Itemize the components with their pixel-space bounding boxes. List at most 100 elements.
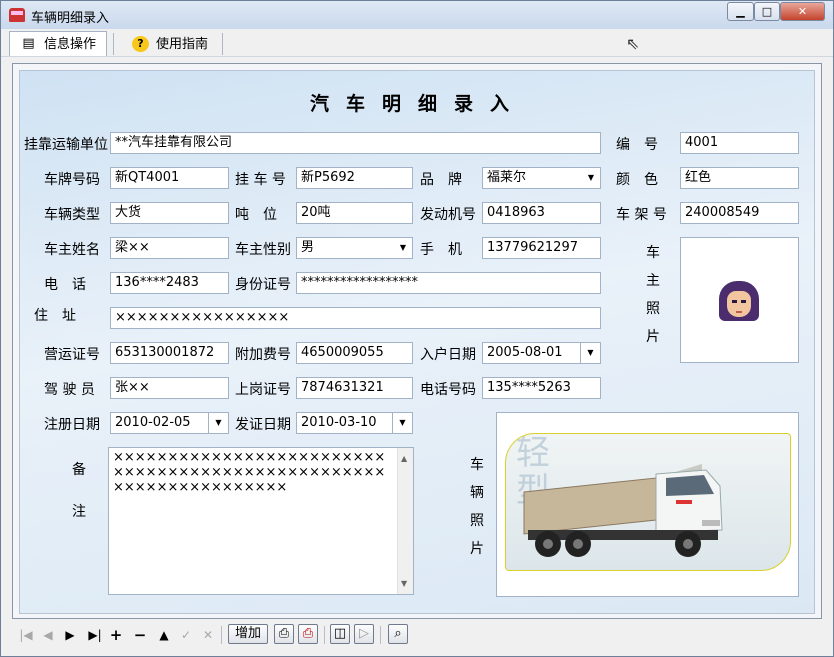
- label-driver: 驾 驶 员: [44, 382, 95, 398]
- date-spin-icon[interactable]: ▼: [208, 413, 228, 433]
- label-color: 颜 色: [616, 172, 658, 188]
- label-mobile: 手 机: [420, 242, 462, 258]
- label-id-card: 身份证号: [235, 277, 291, 293]
- code-input[interactable]: 4001: [680, 132, 799, 154]
- menu-divider: [222, 33, 223, 55]
- tab-user-guide-label: 使用指南: [156, 37, 209, 52]
- phone-input[interactable]: 136****2483: [110, 272, 229, 294]
- label-engine: 发动机号: [420, 207, 476, 223]
- issue-date-picker[interactable]: 2010-03-10 ▼: [296, 412, 413, 434]
- address-input[interactable]: ××××××××××××××××: [110, 307, 601, 329]
- forward-icon[interactable]: ▷: [354, 624, 374, 644]
- label-type: 车辆类型: [44, 207, 100, 223]
- label-owner-name: 车主姓名: [44, 242, 100, 258]
- brand-select[interactable]: 福莱尔 ▼: [482, 167, 601, 189]
- delete-record-icon[interactable]: −: [132, 626, 148, 644]
- plate-input[interactable]: 新QT4001: [110, 167, 229, 189]
- tab-user-guide[interactable]: ? 使用指南: [121, 31, 219, 56]
- menu-bar: ▤ 信息操作 ? 使用指南: [1, 29, 833, 57]
- last-record-icon[interactable]: ▶|: [86, 626, 104, 644]
- mouse-cursor-icon: ⇖: [626, 34, 640, 53]
- tonnage-input[interactable]: 20吨: [296, 202, 413, 224]
- unit-input[interactable]: **汽车挂靠有限公司: [110, 132, 601, 154]
- entry-date-value: 2005-08-01: [487, 345, 563, 360]
- label-tel: 电话号码: [420, 382, 476, 398]
- label-tonnage: 吨 位: [235, 207, 277, 223]
- owner-name-input[interactable]: 梁××: [110, 237, 229, 259]
- chevron-down-icon: ▼: [399, 243, 407, 252]
- label-plate: 车牌号码: [44, 172, 100, 188]
- toolbar-divider: [380, 626, 381, 644]
- maximize-button[interactable]: □: [754, 2, 780, 21]
- reg-date-picker[interactable]: 2010-02-05 ▼: [110, 412, 229, 434]
- form-content: 汽车明细录入 挂靠运输单位 **汽车挂靠有限公司 编 号 4001 车牌号码 新…: [19, 70, 815, 614]
- scroll-up-icon[interactable]: ▲: [401, 451, 407, 466]
- truck-drawing: [523, 464, 723, 557]
- mobile-input[interactable]: 13779621297: [482, 237, 601, 259]
- label-owner-photo: 车主照片: [646, 245, 660, 345]
- window-title: 车辆明细录入: [31, 11, 110, 26]
- owner-gender-value: 男: [301, 240, 315, 255]
- car-photo[interactable]: 轻型: [496, 412, 799, 597]
- label-frame: 车 架 号: [616, 207, 667, 223]
- owner-photo[interactable]: [680, 237, 799, 363]
- surcharge-input[interactable]: 4650009055: [296, 342, 413, 364]
- date-spin-icon[interactable]: ▼: [580, 343, 600, 363]
- frame-input[interactable]: 240008549: [680, 202, 799, 224]
- engine-input[interactable]: 0418963: [482, 202, 601, 224]
- brand-select-value: 福莱尔: [487, 170, 527, 185]
- prev-record-icon[interactable]: ◀: [40, 626, 56, 644]
- color-input[interactable]: 红色: [680, 167, 799, 189]
- close-button[interactable]: ✕: [780, 2, 825, 21]
- cancel-record-icon[interactable]: ✕: [200, 626, 216, 644]
- add-record-icon[interactable]: +: [108, 626, 124, 644]
- label-address: 住 址: [34, 308, 76, 324]
- add-button[interactable]: 增加: [228, 624, 268, 644]
- chevron-down-icon: ▼: [587, 173, 595, 182]
- label-phone: 电 话: [44, 277, 86, 293]
- remark-textarea[interactable]: ××××××××××××××××××××××××××××××××××××××××…: [108, 447, 414, 595]
- car-app-icon: [9, 8, 25, 22]
- trailer-input[interactable]: 新P5692: [296, 167, 413, 189]
- id-card-input[interactable]: ******************: [296, 272, 601, 294]
- minimize-button[interactable]: ▁: [727, 2, 754, 21]
- help-icon: ?: [132, 36, 149, 52]
- form-title: 汽车明细录入: [309, 93, 526, 115]
- scroll-down-icon[interactable]: ▼: [401, 576, 407, 591]
- owner-gender-select[interactable]: 男 ▼: [296, 237, 413, 259]
- main-window: 车辆明细录入 ▁ □ ✕ ▤ 信息操作 ? 使用指南 ⇖ 汽车明细录入 挂靠运输…: [0, 0, 834, 657]
- entry-date-picker[interactable]: 2005-08-01 ▼: [482, 342, 601, 364]
- tel-input[interactable]: 135****5263: [482, 377, 601, 399]
- type-input[interactable]: 大货: [110, 202, 229, 224]
- edit-record-icon[interactable]: ▲: [156, 626, 172, 644]
- remark-scrollbar[interactable]: ▲ ▼: [397, 448, 413, 594]
- next-record-icon[interactable]: ▶: [62, 626, 78, 644]
- label-issue-date: 发证日期: [235, 417, 291, 433]
- truck-image: 轻型: [505, 433, 791, 571]
- title-bar: 车辆明细录入 ▁ □ ✕: [1, 1, 833, 29]
- menu-divider: [113, 33, 114, 55]
- label-reg-date: 注册日期: [44, 417, 100, 433]
- reg-date-value: 2010-02-05: [115, 415, 191, 430]
- driver-input[interactable]: 张××: [110, 377, 229, 399]
- label-unit: 挂靠运输单位: [24, 137, 108, 153]
- record-toolbar: |◀ ◀ ▶ ▶| + − ▲ ✓ ✕ 增加 ⎙ ⎙ ◫ ▷ ⌕: [12, 623, 822, 647]
- first-record-icon[interactable]: |◀: [18, 626, 34, 644]
- post-record-icon[interactable]: ✓: [178, 626, 194, 644]
- label-license: 营运证号: [44, 347, 100, 363]
- post-cert-input[interactable]: 7874631321: [296, 377, 413, 399]
- label-surcharge: 附加费号: [235, 347, 291, 363]
- license-input[interactable]: 653130001872: [110, 342, 229, 364]
- label-post-cert: 上岗证号: [235, 382, 291, 398]
- owner-avatar: [719, 281, 759, 321]
- preview-icon[interactable]: ◫: [330, 624, 350, 644]
- search-icon[interactable]: ⌕: [388, 624, 408, 644]
- label-brand: 品 牌: [420, 172, 462, 188]
- print-setup-icon[interactable]: ⎙: [298, 624, 318, 644]
- print-icon[interactable]: ⎙: [274, 624, 294, 644]
- tab-info-operation[interactable]: ▤ 信息操作: [9, 31, 108, 56]
- remark-text: ××××××××××××××××××××××××××××××××××××××××…: [113, 450, 386, 495]
- issue-date-value: 2010-03-10: [301, 415, 377, 430]
- toolbar-divider: [221, 626, 222, 644]
- date-spin-icon[interactable]: ▼: [392, 413, 412, 433]
